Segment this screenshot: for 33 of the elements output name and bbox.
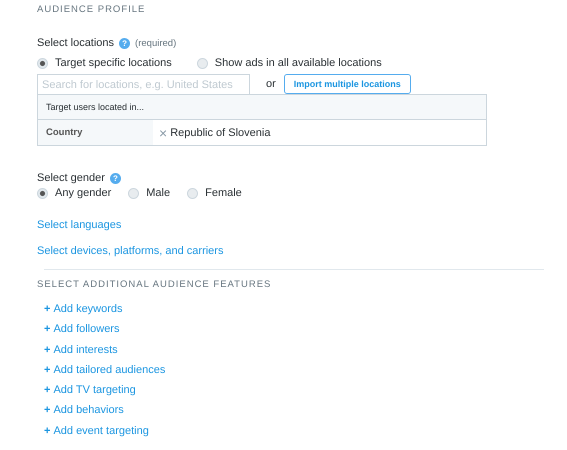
radio-option[interactable]: Target specific locations	[37, 57, 172, 69]
section-title: AUDIENCE PROFILE	[37, 4, 146, 15]
radio-option[interactable]: Any gender	[37, 187, 112, 199]
radio-icon[interactable]	[187, 188, 198, 198]
add-feature-link[interactable]: + Add tailored audiences	[44, 362, 567, 377]
field-label: Select gender	[37, 172, 105, 184]
location-name: Republic of Slovenia	[170, 126, 270, 138]
add-feature-link[interactable]: + Add behaviors	[44, 403, 567, 418]
required-note: (required)	[135, 38, 176, 48]
radio-icon[interactable]	[37, 188, 48, 198]
radio-icon[interactable]	[37, 58, 48, 68]
help-icon[interactable]: ?	[110, 172, 121, 184]
add-feature-link[interactable]: + Add interests	[44, 342, 567, 357]
add-feature-link[interactable]: + Add followers	[44, 322, 567, 336]
radio-option[interactable]: Show ads in all available locations	[196, 57, 382, 69]
link[interactable]: Select languages	[37, 219, 567, 231]
radio-icon[interactable]	[196, 58, 208, 68]
table-header: Target users located in...	[38, 95, 486, 120]
radio-icon[interactable]	[128, 188, 140, 198]
help-icon[interactable]: ?	[119, 38, 130, 48]
section-title: SELECT ADDITIONAL AUDIENCE FEATURES	[37, 279, 272, 290]
add-feature-link[interactable]: + Add keywords	[44, 302, 567, 316]
link[interactable]: Select devices, platforms, and carriers	[37, 245, 567, 257]
or-text: or	[266, 78, 276, 90]
field-label: Select locations	[37, 37, 114, 49]
radio-option[interactable]: Female	[187, 187, 242, 199]
search-field[interactable]: Search for locations, e.g. United States	[37, 74, 250, 94]
import-button[interactable]: Import multiple locations	[284, 74, 411, 94]
radio-option[interactable]: Male	[128, 187, 170, 199]
table-cell: Country	[38, 120, 153, 145]
add-feature-link[interactable]: + Add event targeting	[44, 424, 567, 438]
remove-button[interactable]: ×	[159, 126, 168, 140]
add-feature-link[interactable]: + Add TV targeting	[44, 383, 567, 398]
